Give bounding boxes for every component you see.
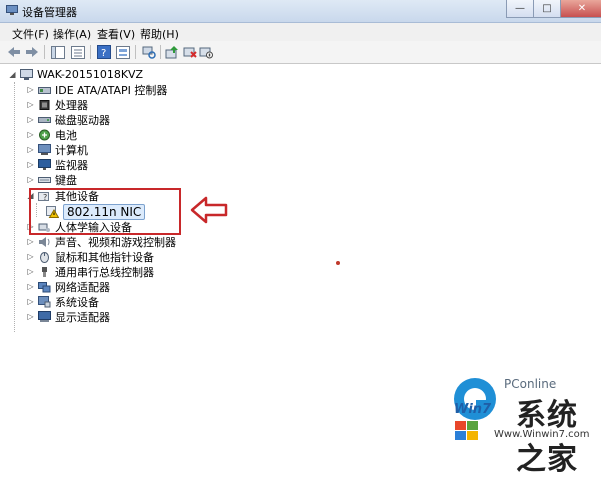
expand-icon[interactable]: ▷ [26, 237, 35, 246]
usb-icon [42, 266, 47, 277]
tree-root[interactable]: ◢ WAK-20151018KVZ [8, 67, 143, 82]
help-icon[interactable]: ? [96, 44, 112, 60]
tree-item[interactable]: ▷ 磁盘驱动器 [26, 112, 110, 127]
keyboard-icon [38, 176, 51, 183]
watermark-url: Www.Winwin7.com [494, 429, 590, 440]
expand-icon[interactable]: ▷ [26, 252, 35, 261]
network-adapter-icon [38, 281, 51, 292]
expand-icon[interactable]: ▷ [26, 160, 35, 169]
minimize-button[interactable]: — [506, 0, 534, 18]
menu-help[interactable]: 帮助(H) [140, 26, 179, 42]
disable-device-icon[interactable] [198, 44, 214, 60]
processor-icon [39, 99, 50, 110]
scan-hardware-icon[interactable] [141, 44, 157, 60]
tree-root-label: WAK-20151018KVZ [37, 68, 144, 81]
tree-item[interactable]: ▷ 显示适配器 [26, 309, 110, 324]
view-icon[interactable] [115, 44, 131, 60]
system-devices-icon [38, 295, 51, 307]
computer-root-icon [20, 68, 33, 80]
expand-icon[interactable]: ▷ [26, 115, 35, 124]
tree-item[interactable]: ▷ 监视器 [26, 157, 88, 172]
svg-text:?: ? [101, 48, 106, 59]
red-dot [336, 261, 340, 265]
disk-drive-icon [38, 116, 51, 123]
update-driver-icon[interactable] [164, 44, 180, 60]
ide-controller-icon [38, 86, 51, 94]
highlight-box [29, 188, 181, 235]
tree-item[interactable]: ▷ 电池 [26, 127, 77, 142]
expand-icon[interactable]: ▷ [26, 145, 35, 154]
watermark: PConline Win7 系统之家 Www.Winwin7.com [446, 372, 601, 477]
tree-item[interactable]: ▷ 通用串行总线控制器 [26, 264, 154, 279]
tree-item[interactable]: ▷ 键盘 [26, 172, 77, 187]
expand-icon[interactable]: ▷ [26, 175, 35, 184]
collapse-icon[interactable]: ◢ [8, 70, 17, 79]
toolbar: ? [0, 41, 601, 64]
left-arrow-icon [190, 196, 228, 224]
tree-item[interactable]: ▷ 计算机 [26, 142, 88, 157]
properties-list-icon[interactable] [70, 44, 86, 60]
menu-action[interactable]: 操作(A) [53, 26, 91, 42]
monitor-icon [38, 158, 51, 170]
back-icon[interactable] [6, 44, 22, 60]
tree-item[interactable]: ▷ 处理器 [26, 97, 88, 112]
battery-icon [39, 129, 50, 140]
expand-icon[interactable]: ▷ [26, 282, 35, 291]
watermark-brand: PConline [504, 377, 557, 391]
show-hide-console-tree-icon[interactable] [50, 44, 66, 60]
expand-icon[interactable]: ▷ [26, 130, 35, 139]
uninstall-icon[interactable] [182, 44, 198, 60]
close-button[interactable]: ✕ [560, 0, 601, 18]
menu-view[interactable]: 查看(V) [97, 26, 135, 42]
window-title: 设备管理器 [22, 6, 77, 19]
tree-item[interactable]: ▷ IDE ATA/ATAPI 控制器 [26, 82, 167, 97]
expand-icon[interactable]: ▷ [26, 267, 35, 276]
tree-item[interactable]: ▷ 系统设备 [26, 294, 99, 309]
menu-file[interactable]: 文件(F) [12, 26, 49, 42]
watermark-logo-text: Win7 [454, 402, 492, 417]
expand-icon[interactable]: ▷ [26, 85, 35, 94]
sound-icon [39, 236, 50, 247]
display-adapter-icon [38, 310, 51, 322]
title-bar: 设备管理器 — □ ✕ [0, 0, 601, 23]
windows-flag-icon [455, 421, 478, 440]
mouse-icon [40, 251, 49, 263]
maximize-button[interactable]: □ [533, 0, 561, 18]
tree-item[interactable]: ▷ 鼠标和其他指针设备 [26, 249, 154, 264]
expand-icon[interactable]: ▷ [26, 297, 35, 306]
menu-bar: 文件(F) 操作(A) 查看(V) 帮助(H) [0, 23, 601, 41]
tree-item[interactable]: ▷ 网络适配器 [26, 279, 110, 294]
forward-icon[interactable] [24, 44, 40, 60]
expand-icon[interactable]: ▷ [26, 100, 35, 109]
expand-icon[interactable]: ▷ [26, 312, 35, 321]
tree-item[interactable]: ▷ 声音、视频和游戏控制器 [26, 234, 176, 249]
device-manager-icon [6, 5, 18, 15]
computer-icon [38, 143, 51, 155]
